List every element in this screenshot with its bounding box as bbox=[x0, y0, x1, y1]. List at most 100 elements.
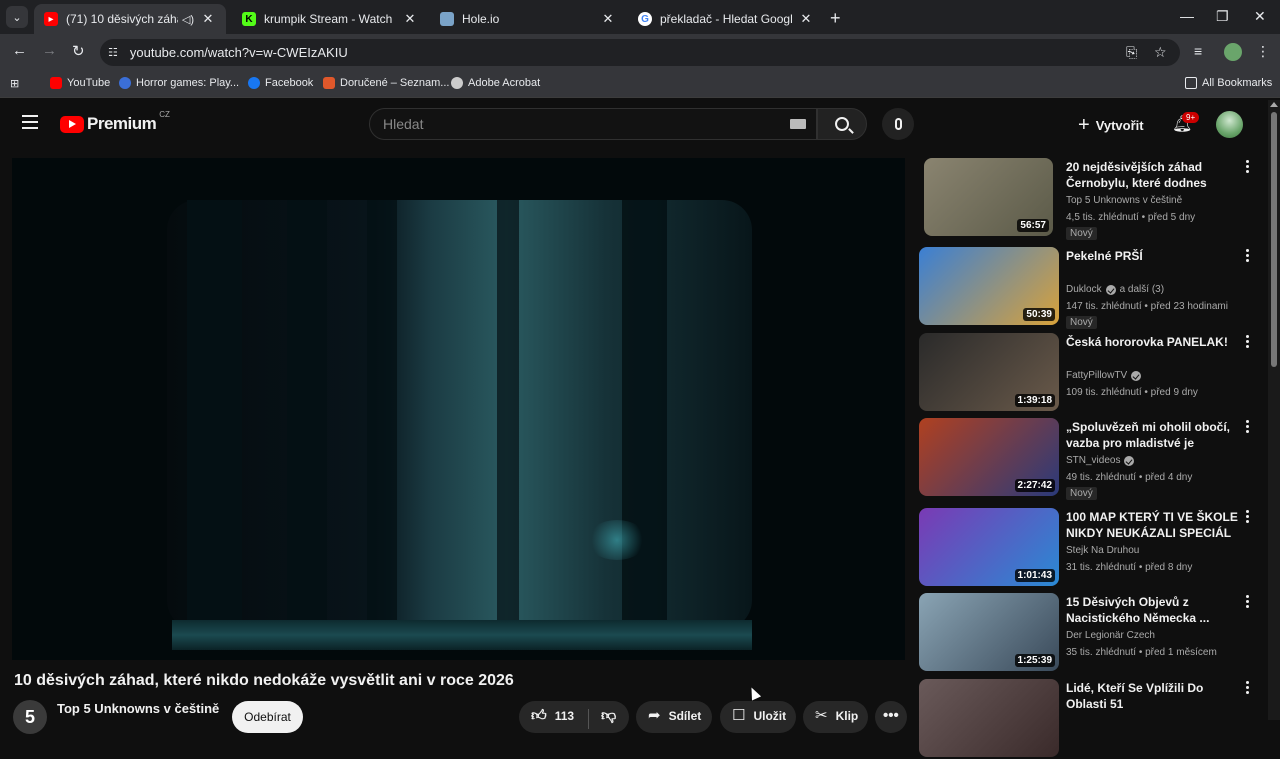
video-thumbnail[interactable]: 1:39:18 bbox=[919, 333, 1059, 411]
channel-avatar[interactable]: 5 bbox=[13, 700, 47, 734]
restore-icon[interactable]: ❐ bbox=[1216, 8, 1229, 25]
keyboard-icon[interactable] bbox=[790, 119, 806, 129]
bookmark-youtube[interactable]: YouTube bbox=[50, 77, 110, 89]
clip-button[interactable]: ✂ Klip bbox=[803, 701, 868, 733]
tab-youtube[interactable]: ▸ (71) 10 děsivých záhad, kter ◁) ✕ bbox=[34, 4, 226, 34]
new-tab-icon[interactable]: + bbox=[830, 8, 841, 29]
more-options-icon[interactable] bbox=[1241, 420, 1253, 435]
video-thumbnail[interactable]: 1:25:39 bbox=[919, 593, 1059, 671]
recommendation-channel[interactable]: STN_videos bbox=[1066, 455, 1135, 466]
video-thumbnail[interactable]: 50:39 bbox=[919, 247, 1059, 325]
recommendation-channel[interactable]: FattyPillowTV bbox=[1066, 370, 1142, 381]
recommendation-meta: 4,5 tis. zhlédnutí • před 5 dny bbox=[1066, 212, 1196, 223]
bookmark-star-icon[interactable]: ☆ bbox=[1154, 39, 1167, 66]
recommendation-channel[interactable]: Top 5 Unknowns v češtině bbox=[1066, 195, 1182, 206]
recommendation-title[interactable]: 20 nejděsivějších záhad Černobylu, které… bbox=[1066, 159, 1238, 191]
youtube-play-icon bbox=[60, 115, 84, 133]
more-options-icon[interactable] bbox=[1241, 510, 1253, 525]
menu-icon[interactable] bbox=[22, 115, 38, 129]
like-button[interactable]: 👍︎ 113 👎︎ bbox=[519, 701, 629, 733]
google-favicon-icon: G bbox=[638, 12, 652, 26]
subscribe-button[interactable]: Odebírat bbox=[232, 701, 303, 733]
video-thumbnail[interactable]: 56:57 bbox=[924, 158, 1053, 236]
recommendation-item[interactable]: 1:25:39 15 Děsivých Objevů z Nacistického… bbox=[919, 593, 1259, 673]
close-window-icon[interactable]: ✕ bbox=[1254, 8, 1266, 25]
speaker-icon[interactable]: ◁) bbox=[182, 13, 194, 26]
site-info-icon[interactable]: ☷ bbox=[108, 46, 118, 59]
tab-holeio[interactable]: Hole.io ✕ bbox=[430, 4, 626, 34]
tab-krumpik[interactable]: K krumpik Stream - Watch Live o ✕ bbox=[232, 4, 428, 34]
close-tab-icon[interactable]: ✕ bbox=[600, 11, 616, 27]
forward-icon[interactable]: → bbox=[42, 42, 57, 59]
close-tab-icon[interactable]: ✕ bbox=[798, 11, 814, 27]
reload-icon[interactable]: ↻ bbox=[72, 42, 85, 60]
youtube-logo[interactable]: Premium CZ bbox=[60, 110, 170, 134]
recommendation-item[interactable]: 2:27:42 „Spoluvězeň mi oholil obočí, vazb… bbox=[919, 418, 1259, 500]
account-avatar[interactable] bbox=[1216, 111, 1243, 138]
recommendation-channel[interactable]: Stejk Na Druhou bbox=[1066, 545, 1139, 556]
apps-grid-icon[interactable]: ⊞ bbox=[10, 77, 19, 90]
close-tab-icon[interactable]: ✕ bbox=[402, 11, 418, 27]
save-button[interactable]: ☐ Uložit bbox=[720, 701, 796, 733]
more-options-icon[interactable] bbox=[1241, 681, 1253, 696]
bookmark-acrobat[interactable]: Adobe Acrobat bbox=[451, 77, 540, 89]
tab-search-button[interactable]: ⌄ bbox=[6, 6, 28, 28]
profile-icon[interactable] bbox=[1224, 43, 1242, 61]
address-bar[interactable]: ☷ youtube.com/watch?v=w-CWEIzAKIU ⎘ ☆ bbox=[100, 39, 1180, 66]
recommendation-item[interactable]: 50:39 Pekelné PRŠÍ Duklock a další (3) 147 t… bbox=[919, 247, 1259, 329]
more-options-icon[interactable] bbox=[1241, 595, 1253, 610]
video-player[interactable] bbox=[12, 158, 905, 660]
bookmark-facebook[interactable]: Facebook bbox=[248, 77, 313, 89]
recommendation-item[interactable]: 1:01:43 100 MAP KTERÝ TI VE ŠKOLE NIKDY N… bbox=[919, 508, 1259, 588]
recommendation-title[interactable]: 15 Děsivých Objevů z Nacistického Německ… bbox=[1066, 594, 1238, 626]
menu-kebab-icon[interactable]: ⋮ bbox=[1256, 43, 1270, 60]
new-badge: Nový bbox=[1066, 487, 1097, 500]
bookmark-label: Facebook bbox=[265, 77, 314, 89]
video-thumbnail[interactable] bbox=[919, 679, 1059, 757]
back-icon[interactable]: ← bbox=[12, 42, 27, 59]
video-thumbnail[interactable]: 1:01:43 bbox=[919, 508, 1059, 586]
video-frame bbox=[167, 200, 752, 630]
create-button[interactable]: + Vytvořit bbox=[1078, 114, 1144, 137]
recommendation-meta: 49 tis. zhlédnutí • před 4 dny bbox=[1066, 472, 1193, 483]
all-bookmarks[interactable]: All Bookmarks bbox=[1185, 77, 1272, 89]
tab-title: krumpik Stream - Watch Live o bbox=[264, 12, 396, 26]
url-text[interactable]: youtube.com/watch?v=w-CWEIzAKIU bbox=[130, 45, 348, 60]
page-scrollbar[interactable] bbox=[1268, 100, 1280, 720]
bookmark-horror-games[interactable]: Horror games: Play... bbox=[119, 77, 239, 89]
recommendation-item[interactable]: 1:39:18 Česká hororovka PANELAK! FattyPill… bbox=[919, 333, 1259, 413]
voice-search-button[interactable] bbox=[882, 108, 914, 140]
recommendation-title[interactable]: Lidé, Kteří Se Vplížili Do Oblasti 51 bbox=[1066, 680, 1238, 712]
recommendation-meta: 109 tis. zhlédnutí • před 9 dny bbox=[1066, 387, 1198, 398]
media-controls-icon[interactable]: ≡ bbox=[1194, 43, 1202, 59]
search-input[interactable]: Hledat bbox=[369, 108, 817, 140]
install-app-icon[interactable]: ⎘ bbox=[1126, 39, 1137, 66]
recommendation-item[interactable]: Lidé, Kteří Se Vplížili Do Oblasti 51 bbox=[919, 679, 1259, 759]
close-tab-icon[interactable]: ✕ bbox=[200, 11, 216, 27]
tab-google[interactable]: G překladač - Hledat Googlem ✕ bbox=[628, 4, 824, 34]
share-button[interactable]: ➦ Sdílet bbox=[636, 701, 712, 733]
more-options-icon[interactable] bbox=[1241, 335, 1253, 350]
recommendation-title[interactable]: Česká hororovka PANELAK! bbox=[1066, 334, 1238, 350]
minimize-icon[interactable]: — bbox=[1180, 8, 1194, 24]
plus-icon: + bbox=[1078, 114, 1090, 136]
recommendation-item[interactable]: 56:57 20 nejděsivějších záhad Černobylu, … bbox=[924, 158, 1264, 240]
bookmark-seznam[interactable]: Doručené – Seznam... bbox=[323, 77, 449, 89]
more-options-icon[interactable] bbox=[1241, 160, 1253, 175]
more-actions-button[interactable]: ••• bbox=[875, 701, 907, 733]
recommendation-title[interactable]: Pekelné PRŠÍ bbox=[1066, 248, 1238, 264]
scroll-up-icon[interactable] bbox=[1270, 102, 1278, 107]
more-options-icon[interactable] bbox=[1241, 249, 1253, 264]
recommendation-title[interactable]: „Spoluvězeň mi oholil obočí, vazba pro m… bbox=[1066, 419, 1238, 451]
recommendation-channel[interactable]: Duklock a další (3) bbox=[1066, 284, 1164, 295]
verified-check-icon bbox=[1124, 455, 1135, 466]
search-button[interactable] bbox=[817, 108, 867, 140]
holeio-favicon-icon bbox=[440, 12, 454, 26]
recommendation-channel[interactable]: Der Legionär Czech bbox=[1066, 630, 1155, 641]
thumbs-up-icon: 👍︎ bbox=[531, 707, 547, 724]
video-thumbnail[interactable]: 2:27:42 bbox=[919, 418, 1059, 496]
recommendation-title[interactable]: 100 MAP KTERÝ TI VE ŠKOLE NIKDY NEUKÁZAL… bbox=[1066, 509, 1238, 541]
channel-name[interactable]: Top 5 Unknowns v češtině bbox=[57, 701, 219, 716]
thumbs-down-icon[interactable]: 👎︎ bbox=[601, 708, 616, 723]
scrollbar-thumb[interactable] bbox=[1271, 112, 1277, 367]
